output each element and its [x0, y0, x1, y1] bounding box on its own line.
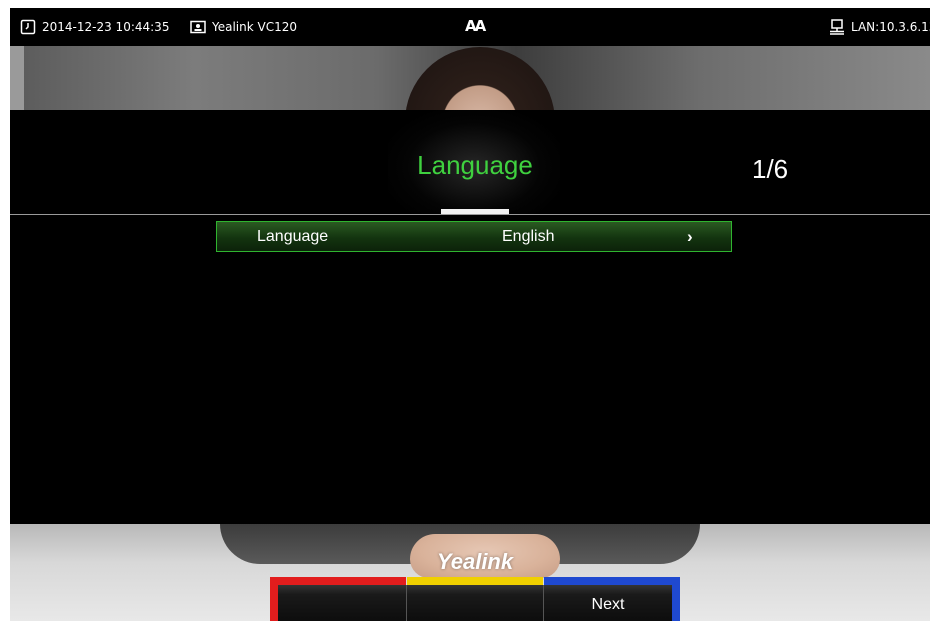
next-button[interactable]: Next — [544, 577, 680, 621]
menu-panel: Language 1/6 Language English › — [10, 110, 930, 524]
device-name: Yealink VC120 — [212, 20, 298, 34]
menu-item-label: Language — [257, 228, 329, 245]
softkey-blue-bar — [544, 577, 672, 585]
next-button-label: Next — [591, 596, 625, 613]
contact-card-icon — [190, 20, 206, 34]
divider — [10, 214, 930, 215]
status-bar: 2014-12-23 10:44:35 Yealink VC120 AA LAN… — [10, 8, 930, 46]
tab-indicator — [441, 209, 509, 214]
page-indicator: 1/6 — [752, 154, 789, 184]
clock-icon — [20, 19, 36, 35]
menu-item-value: English — [502, 228, 555, 245]
softkey-yellow-bar — [407, 577, 543, 585]
softkey-bar: Next — [270, 577, 680, 621]
wall-edge — [10, 46, 24, 110]
network-address: LAN:10.3.6.134 — [851, 20, 930, 34]
font-size-toggle[interactable]: AA — [465, 17, 486, 35]
softkey-yellow[interactable] — [407, 577, 543, 621]
status-datetime: 2014-12-23 10:44:35 — [20, 19, 169, 35]
yealink-logo: Yealink — [436, 549, 514, 574]
screen: 2014-12-23 10:44:35 Yealink VC120 AA LAN… — [10, 8, 930, 621]
softkey-red-bar — [278, 577, 406, 585]
network-icon — [830, 19, 844, 35]
chevron-right-icon: › — [687, 227, 693, 246]
status-device: Yealink VC120 — [190, 19, 297, 35]
menu-item-language[interactable]: Language English › — [216, 221, 732, 252]
softkey-red[interactable] — [270, 577, 406, 621]
status-network: LAN:10.3.6.134 — [829, 19, 930, 35]
page-title: Language — [417, 150, 533, 180]
datetime-text: 2014-12-23 10:44:35 — [42, 20, 170, 34]
